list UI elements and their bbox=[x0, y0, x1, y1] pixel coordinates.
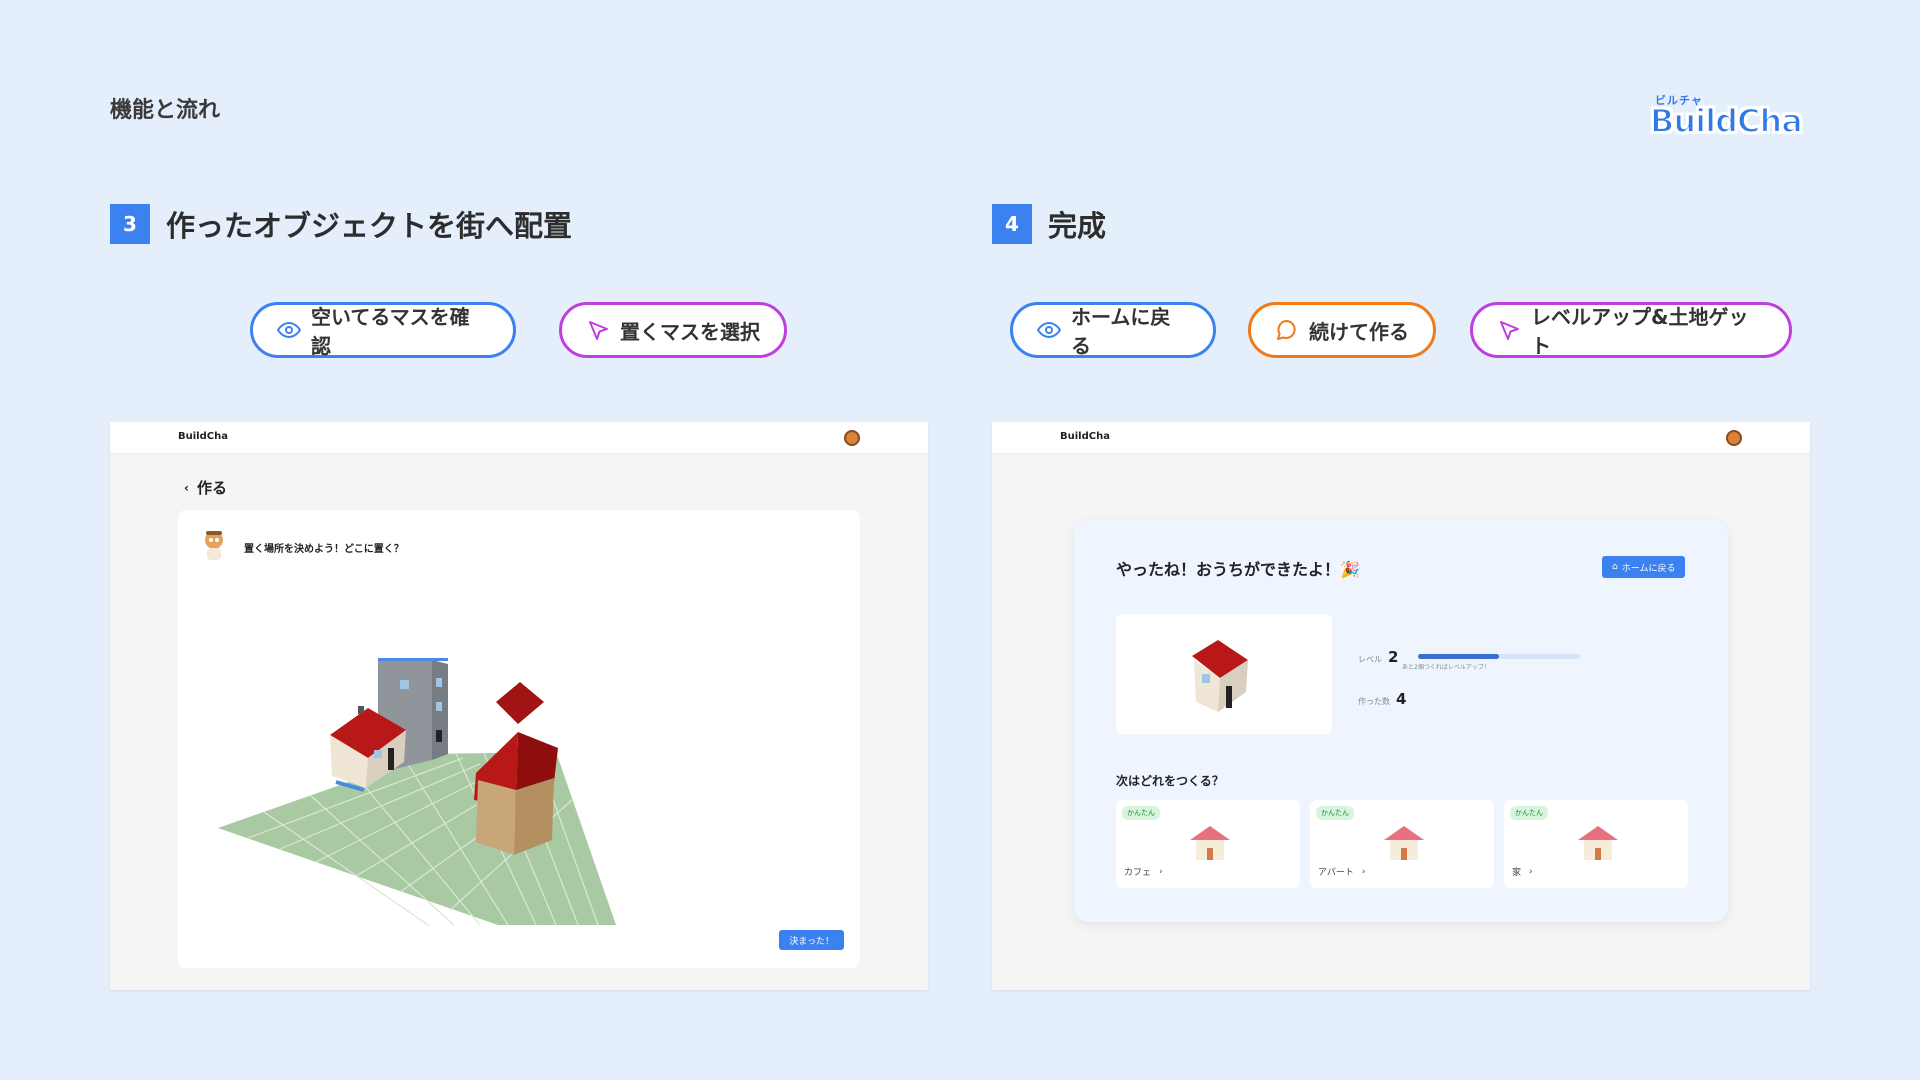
step-3-title: 作ったオブジェクトを街へ配置 bbox=[166, 209, 573, 243]
completion-title: やったね！おうちができたよ！🎉 bbox=[1116, 560, 1360, 579]
next-item-label: カフェ › bbox=[1124, 865, 1163, 879]
cursor-icon bbox=[589, 321, 608, 340]
difficulty-badge: かんたん bbox=[1122, 806, 1160, 820]
next-item-name: カフェ bbox=[1124, 868, 1152, 878]
step-3-heading: 3 作ったオブジェクトを街へ配置 bbox=[110, 203, 572, 245]
difficulty-badge: かんたん bbox=[1510, 806, 1548, 820]
chevron-left-icon: ‹ bbox=[184, 480, 189, 495]
next-item-house[interactable]: かんたん 家 › bbox=[1504, 800, 1688, 888]
level-up-pill[interactable]: レベルアップ&土地ゲット bbox=[1470, 302, 1792, 358]
check-empty-cells-pill[interactable]: 空いてるマスを確認 bbox=[250, 302, 516, 358]
return-home-label: ホームに戻る bbox=[1071, 305, 1171, 358]
next-item-label: 家 › bbox=[1512, 865, 1533, 879]
back-button[interactable]: ‹ 作る bbox=[184, 477, 227, 498]
house-icon bbox=[1190, 826, 1230, 860]
placement-card: 置く場所を決めよう！どこに置く？ 決まった！ bbox=[178, 510, 860, 968]
house-model bbox=[1192, 640, 1248, 712]
home-button-label: ホームに戻る bbox=[1621, 563, 1676, 574]
next-item-name: アパート bbox=[1318, 868, 1354, 878]
placement-screenshot: BuildCha ‹ 作る 置く場所を決めよう！どこに置く？ 決まった！ bbox=[110, 422, 928, 990]
level-row: レベル 2 bbox=[1358, 648, 1398, 666]
return-home-pill[interactable]: ホームに戻る bbox=[1010, 302, 1216, 358]
next-item-name: 家 bbox=[1512, 868, 1522, 878]
level-up-label: レベルアップ&土地ゲット bbox=[1531, 305, 1749, 358]
check-empty-cells-label: 空いてるマスを確認 bbox=[311, 305, 470, 358]
app-header: BuildCha bbox=[110, 422, 928, 454]
town-grid-scene[interactable] bbox=[218, 630, 718, 930]
next-item-label: アパート › bbox=[1318, 865, 1366, 879]
level-value: 2 bbox=[1388, 648, 1399, 666]
logo-text: BuildCha bbox=[1649, 101, 1804, 141]
level-progress-bar bbox=[1418, 654, 1580, 659]
next-item-cafe[interactable]: かんたん カフェ › bbox=[1116, 800, 1300, 888]
house-icon bbox=[1384, 826, 1424, 860]
page-title: 機能と流れ bbox=[110, 98, 221, 123]
level-label: レベル bbox=[1358, 655, 1382, 664]
select-cell-label: 置くマスを選択 bbox=[620, 319, 760, 344]
made-value: 4 bbox=[1396, 690, 1407, 708]
chevron-right-icon: › bbox=[1361, 866, 1366, 877]
built-house-preview bbox=[1116, 614, 1332, 734]
decide-button[interactable]: 決まった！ bbox=[779, 930, 844, 950]
house-icon bbox=[1578, 826, 1618, 860]
level-progress-fill bbox=[1418, 654, 1499, 659]
app-brand: BuildCha bbox=[178, 431, 228, 442]
step-3-number: 3 bbox=[110, 204, 150, 244]
made-count-row: 作った数 4 bbox=[1358, 690, 1406, 708]
level-hint: あと2個つくればレベルアップ！ bbox=[1402, 664, 1490, 671]
chat-bubble-icon bbox=[1277, 319, 1296, 340]
placement-prompt: 置く場所を決めよう！どこに置く？ bbox=[244, 544, 404, 555]
completion-screenshot: BuildCha やったね！おうちができたよ！🎉 ⌂ ホームに戻る レベル 2 … bbox=[992, 422, 1810, 990]
step-4-heading: 4 完成 bbox=[992, 203, 1106, 245]
eye-icon bbox=[1037, 321, 1061, 339]
cursor-icon bbox=[1500, 321, 1519, 340]
chevron-right-icon: › bbox=[1529, 866, 1533, 877]
completion-card: やったね！おうちができたよ！🎉 ⌂ ホームに戻る レベル 2 あと2個つくればレ… bbox=[1074, 520, 1728, 922]
next-item-apartment[interactable]: かんたん アパート › bbox=[1310, 800, 1494, 888]
home-icon: ⌂ bbox=[1612, 562, 1618, 572]
app-brand: BuildCha bbox=[1060, 431, 1110, 442]
mascot-icon bbox=[205, 531, 223, 560]
home-button[interactable]: ⌂ ホームに戻る bbox=[1602, 556, 1686, 578]
app-header: BuildCha bbox=[992, 422, 1810, 454]
select-cell-pill[interactable]: 置くマスを選択 bbox=[559, 302, 787, 358]
step-4-number: 4 bbox=[992, 204, 1032, 244]
continue-making-pill[interactable]: 続けて作る bbox=[1248, 302, 1436, 358]
avatar[interactable] bbox=[1726, 430, 1742, 446]
difficulty-badge: かんたん bbox=[1316, 806, 1354, 820]
continue-making-label: 続けて作る bbox=[1309, 319, 1409, 344]
next-section-title: 次はどれをつくる？ bbox=[1116, 774, 1224, 788]
buildcha-logo: ビルチャ BuildCha bbox=[1649, 92, 1810, 148]
made-label: 作った数 bbox=[1358, 697, 1390, 706]
back-label: 作る bbox=[196, 479, 227, 497]
avatar[interactable] bbox=[844, 430, 860, 446]
eye-icon bbox=[277, 321, 301, 339]
step-4-title: 完成 bbox=[1048, 209, 1107, 243]
chevron-right-icon: › bbox=[1159, 866, 1163, 877]
